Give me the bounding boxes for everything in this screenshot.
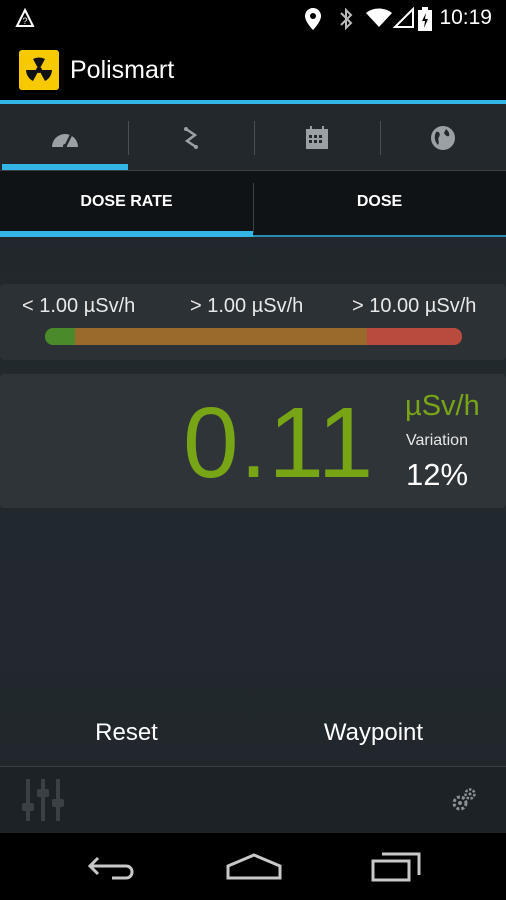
dose-scale-bar <box>45 328 462 345</box>
legend-low-label: < 1.00 µSv/h <box>22 295 136 317</box>
dose-scale-legend: < 1.00 µSv/h > 1.00 µSv/h > 10.00 µSv/h <box>0 284 506 360</box>
back-icon[interactable] <box>88 855 138 881</box>
waypoint-button[interactable]: Waypoint <box>247 700 500 766</box>
tab-dose-rate[interactable]: DOSE RATE <box>0 171 253 233</box>
no-sim-icon: ? <box>15 7 35 27</box>
variation-value: 12% <box>406 457 469 492</box>
tab-dashboard[interactable] <box>2 104 128 172</box>
home-icon[interactable] <box>226 852 282 882</box>
scale-segment-high <box>367 328 462 345</box>
dose-rate-unit: µSv/h <box>405 390 480 422</box>
reset-button[interactable]: Reset <box>0 700 253 766</box>
bottom-toolbar <box>0 767 506 833</box>
calendar-icon <box>306 126 328 149</box>
shuffle-icon <box>184 127 198 149</box>
status-bar: ? 10:19 <box>0 0 506 38</box>
text-tab-indicator <box>0 231 253 237</box>
icon-tab-bar <box>0 104 506 172</box>
gears-icon[interactable] <box>450 787 478 813</box>
tab-track[interactable] <box>128 104 254 172</box>
legend-high-label: > 10.00 µSv/h <box>352 295 477 317</box>
dose-rate-value: 0.11 <box>183 387 375 499</box>
signal-icon <box>393 7 414 28</box>
wifi-icon <box>366 8 392 27</box>
app-title: Polismart <box>70 56 175 84</box>
battery-icon <box>418 7 432 31</box>
text-tab-separator <box>253 183 254 233</box>
speedometer-icon <box>52 134 78 148</box>
bluetooth-icon <box>340 7 353 31</box>
recents-icon[interactable] <box>370 851 422 883</box>
tab-dose[interactable]: DOSE <box>253 171 506 233</box>
action-bar: Polismart <box>0 38 506 100</box>
app-logo-icon <box>19 50 59 90</box>
legend-mid-label: > 1.00 µSv/h <box>190 295 304 317</box>
system-nav-bar <box>0 833 506 900</box>
variation-label: Variation <box>406 432 468 449</box>
scale-segment-mid <box>75 328 367 345</box>
svg-text:?: ? <box>22 16 27 26</box>
sliders-icon[interactable] <box>20 777 66 823</box>
location-icon <box>305 8 321 30</box>
globe-icon <box>431 126 455 150</box>
text-tab-underline <box>253 235 506 237</box>
tab-map[interactable] <box>380 104 506 172</box>
scale-segment-low <box>45 328 75 345</box>
tab-calendar[interactable] <box>254 104 380 172</box>
dose-rate-reading: 0.11 µSv/h Variation 12% <box>0 374 506 508</box>
clock: 10:19 <box>439 6 492 29</box>
